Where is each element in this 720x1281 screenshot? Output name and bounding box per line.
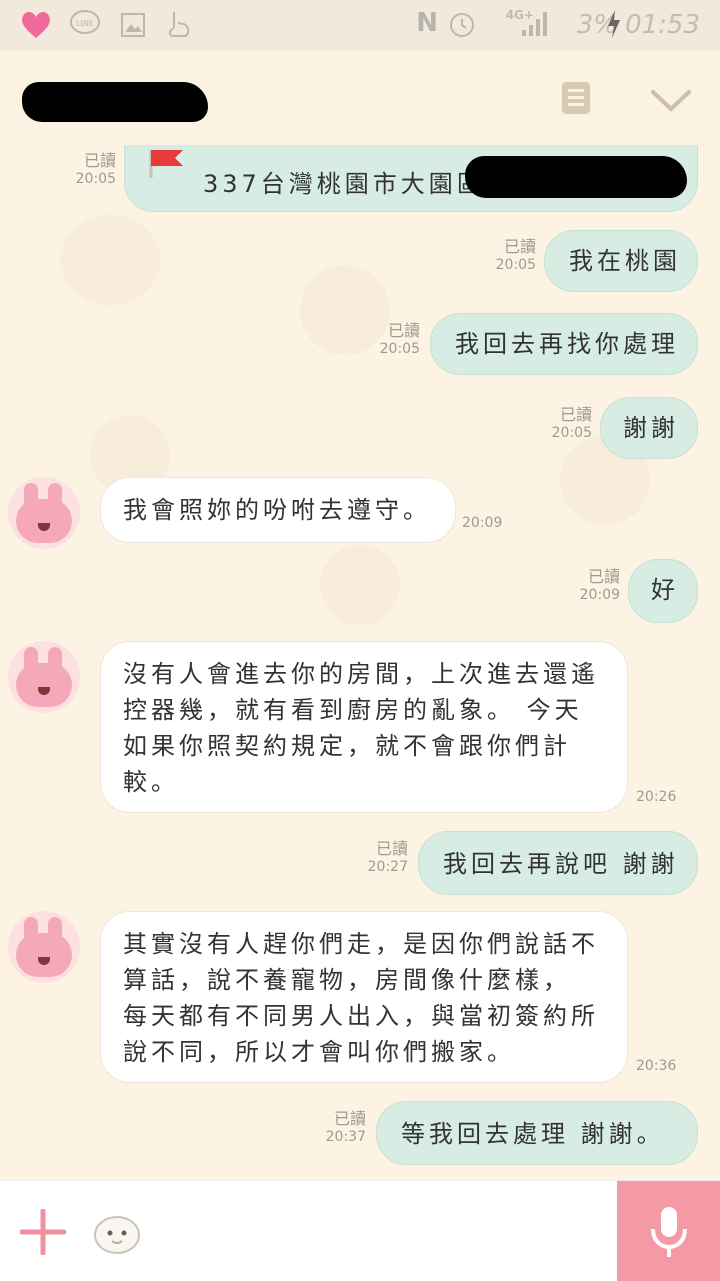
svg-text:LINE: LINE <box>76 19 94 28</box>
message-text: 其實沒有人趕你們走，是因你們說話不 算話，說不養寵物，房間像什麼樣， 每天都有不… <box>123 930 599 1066</box>
message-time: 20:26 <box>636 789 677 805</box>
message-time: 20:36 <box>636 1058 677 1074</box>
message-text: 謝謝 <box>623 414 679 442</box>
message-meta: 已讀 20:05 <box>374 317 420 357</box>
background-doodle <box>60 215 160 305</box>
status-bar: LINE N 4G+ 3% 01:53 <box>0 0 720 50</box>
message-meta: 已讀 20:05 <box>546 401 592 441</box>
microphone-icon <box>651 1207 687 1257</box>
read-receipt: 已讀 <box>333 1109 366 1128</box>
message-text: 我在桃園 <box>569 247 681 275</box>
message-meta: 已讀 20:05 <box>490 233 536 273</box>
message-time: 20:37 <box>325 1129 366 1145</box>
nfc-indicator: N <box>416 8 438 38</box>
message-bubble-outgoing[interactable]: 我回去再說吧 謝謝 <box>418 831 698 895</box>
message-bubble-outgoing[interactable]: 337台灣桃園市大園區 <box>124 145 698 212</box>
message-time: 20:09 <box>462 515 503 531</box>
message-text: 等我回去處理 謝謝。 <box>401 1120 665 1148</box>
gallery-icon <box>121 13 145 37</box>
message-time: 20:05 <box>551 425 592 441</box>
heart-icon <box>22 11 50 38</box>
sticker-icon[interactable] <box>92 1211 142 1255</box>
message-bubble-outgoing[interactable]: 我回去再找你處理 <box>430 313 698 375</box>
message-meta: 已讀 20:05 <box>72 147 116 187</box>
message-time: 20:09 <box>579 587 620 603</box>
contact-avatar[interactable] <box>8 641 80 713</box>
message-meta: 已讀 20:37 <box>320 1105 366 1145</box>
message-time: 20:05 <box>75 171 116 187</box>
message-bubble-outgoing[interactable]: 謝謝 <box>600 397 698 459</box>
message-bubble-incoming[interactable]: 沒有人會進去你的房間，上次進去還遙 控器幾，就有看到廚房的亂象。 今天 如果你照… <box>100 641 628 813</box>
message-text: 我會照妳的吩咐去遵守。 <box>123 496 431 524</box>
redacted-address <box>465 156 687 198</box>
message-list[interactable]: 337台灣桃園市大園區 已讀 20:05 我在桃園 已讀 20:05 我回去再找… <box>0 145 720 1180</box>
message-bubble-incoming[interactable]: 其實沒有人趕你們走，是因你們說話不 算話，說不養寵物，房間像什麼樣， 每天都有不… <box>100 911 628 1083</box>
message-text: 我回去再找你處理 <box>455 330 679 358</box>
message-text: 好 <box>651 576 679 604</box>
touch-icon <box>168 12 190 37</box>
contact-avatar[interactable] <box>8 911 80 983</box>
note-icon[interactable] <box>560 80 592 116</box>
line-icon: LINE <box>70 10 100 34</box>
message-bubble-outgoing[interactable]: 我在桃園 <box>544 230 698 292</box>
message-meta: 已讀 20:27 <box>362 835 408 875</box>
message-bubble-outgoing[interactable]: 等我回去處理 謝謝。 <box>376 1101 698 1165</box>
contact-avatar[interactable] <box>8 477 80 549</box>
message-text: 我回去再說吧 謝謝 <box>443 850 679 878</box>
read-receipt: 已讀 <box>83 151 116 170</box>
alarm-icon <box>450 13 474 37</box>
message-bubble-incoming[interactable]: 我會照妳的吩咐去遵守。 <box>100 477 456 543</box>
read-receipt: 已讀 <box>375 839 408 858</box>
message-text: 337台灣桃園市大園區 <box>203 170 485 198</box>
read-receipt: 已讀 <box>587 567 620 586</box>
message-time: 20:05 <box>495 257 536 273</box>
message-time: 20:05 <box>379 341 420 357</box>
message-time: 20:27 <box>367 859 408 875</box>
message-input-bar <box>0 1180 720 1281</box>
plus-icon[interactable] <box>20 1209 66 1255</box>
read-receipt: 已讀 <box>503 237 536 256</box>
redacted-contact-name <box>22 82 208 122</box>
message-text: 沒有人會進去你的房間，上次進去還遙 控器幾，就有看到廚房的亂象。 今天 如果你照… <box>123 660 599 796</box>
clock: 01:53 <box>625 10 700 40</box>
message-bubble-outgoing[interactable]: 好 <box>628 559 698 623</box>
charging-icon <box>608 10 620 38</box>
read-receipt: 已讀 <box>387 321 420 340</box>
background-doodle <box>320 545 400 625</box>
chevron-down-icon[interactable] <box>650 88 692 114</box>
voice-message-button[interactable] <box>617 1181 720 1281</box>
read-receipt: 已讀 <box>559 405 592 424</box>
signal-icon <box>522 12 547 36</box>
message-meta: 已讀 20:09 <box>574 563 620 603</box>
location-flag-icon <box>149 150 183 178</box>
